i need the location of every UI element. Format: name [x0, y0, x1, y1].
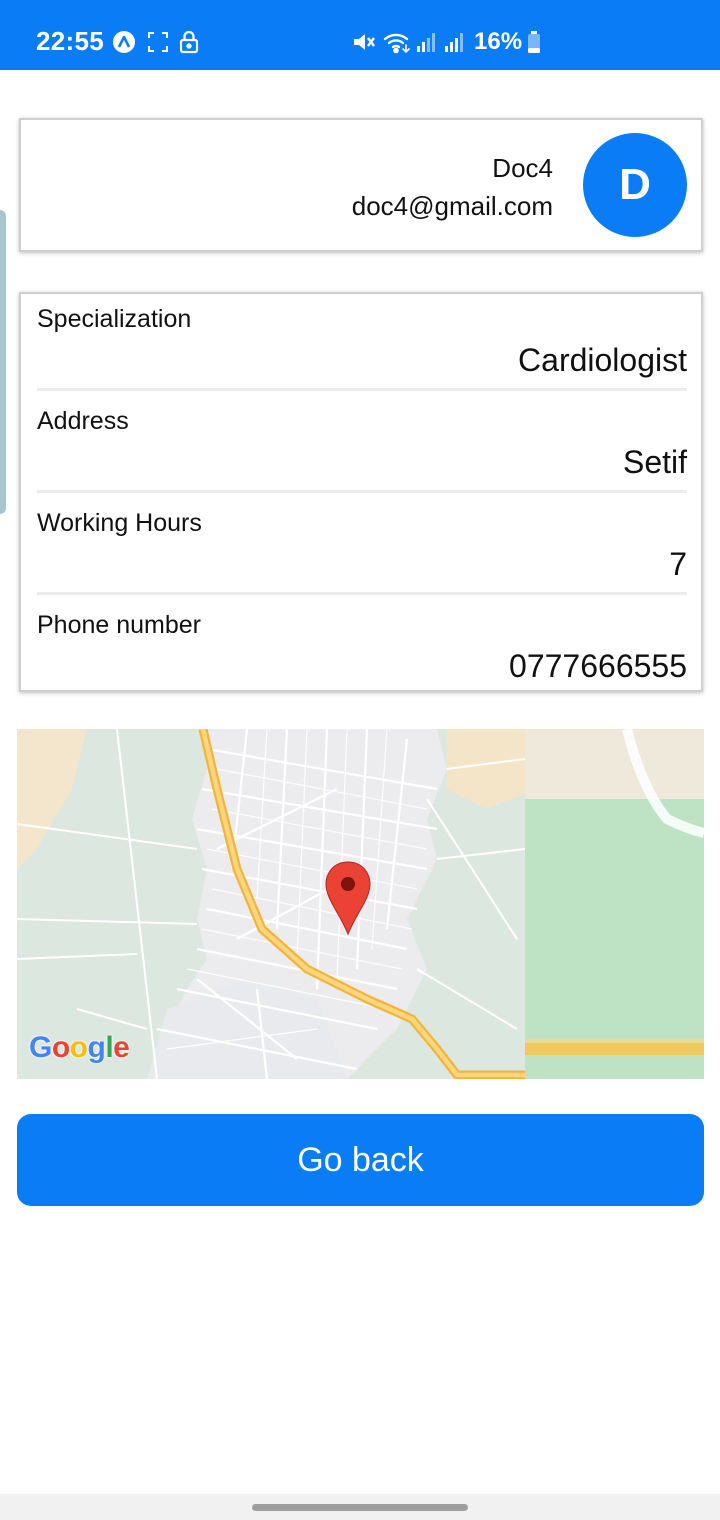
- detail-row-specialization: Specialization Cardiologist: [37, 294, 687, 396]
- profile-card: Doc4 doc4@gmail.com D: [19, 118, 703, 252]
- profile-email: doc4@gmail.com: [351, 191, 553, 221]
- detail-row-address: Address Setif: [37, 396, 687, 498]
- avatar: D: [583, 133, 687, 237]
- wifi-icon: [382, 30, 412, 54]
- status-bar: 22:55 16%: [0, 0, 720, 70]
- battery-icon: [526, 30, 542, 54]
- details-card: Specialization Cardiologist Address Seti…: [19, 292, 703, 692]
- signal-icon: [442, 30, 466, 54]
- lock-icon: [178, 30, 202, 54]
- go-back-button[interactable]: Go back: [17, 1114, 704, 1206]
- detail-row-working-hours: Working Hours 7: [37, 498, 687, 600]
- profile-name: Doc4: [492, 153, 553, 183]
- map-view[interactable]: Google: [17, 729, 704, 1079]
- detail-label: Working Hours: [37, 509, 202, 537]
- mute-icon: [352, 30, 376, 54]
- detail-value: Cardiologist: [518, 342, 687, 378]
- detail-value: 0777666555: [509, 648, 687, 684]
- navigation-bar: [0, 1494, 720, 1520]
- detail-label: Specialization: [37, 305, 192, 333]
- google-logo: Google: [29, 1031, 130, 1064]
- detail-value: Setif: [622, 444, 687, 480]
- status-time: 22:55: [36, 26, 104, 56]
- divider: [37, 388, 687, 391]
- detail-label: Address: [37, 407, 129, 435]
- edge-panel-handle[interactable]: [0, 210, 6, 514]
- screenshot-frame-icon: [146, 30, 170, 54]
- battery-percent: 16%: [474, 28, 523, 55]
- map-tiles: [17, 729, 704, 1079]
- detail-value: 7: [669, 546, 687, 582]
- detail-row-phone: Phone number 0777666555: [37, 600, 687, 702]
- divider: [37, 490, 687, 493]
- signal-icon: [414, 30, 438, 54]
- home-indicator[interactable]: [252, 1504, 468, 1511]
- detail-label: Phone number: [37, 611, 202, 639]
- divider: [37, 592, 687, 595]
- nav-app-icon: [112, 30, 136, 54]
